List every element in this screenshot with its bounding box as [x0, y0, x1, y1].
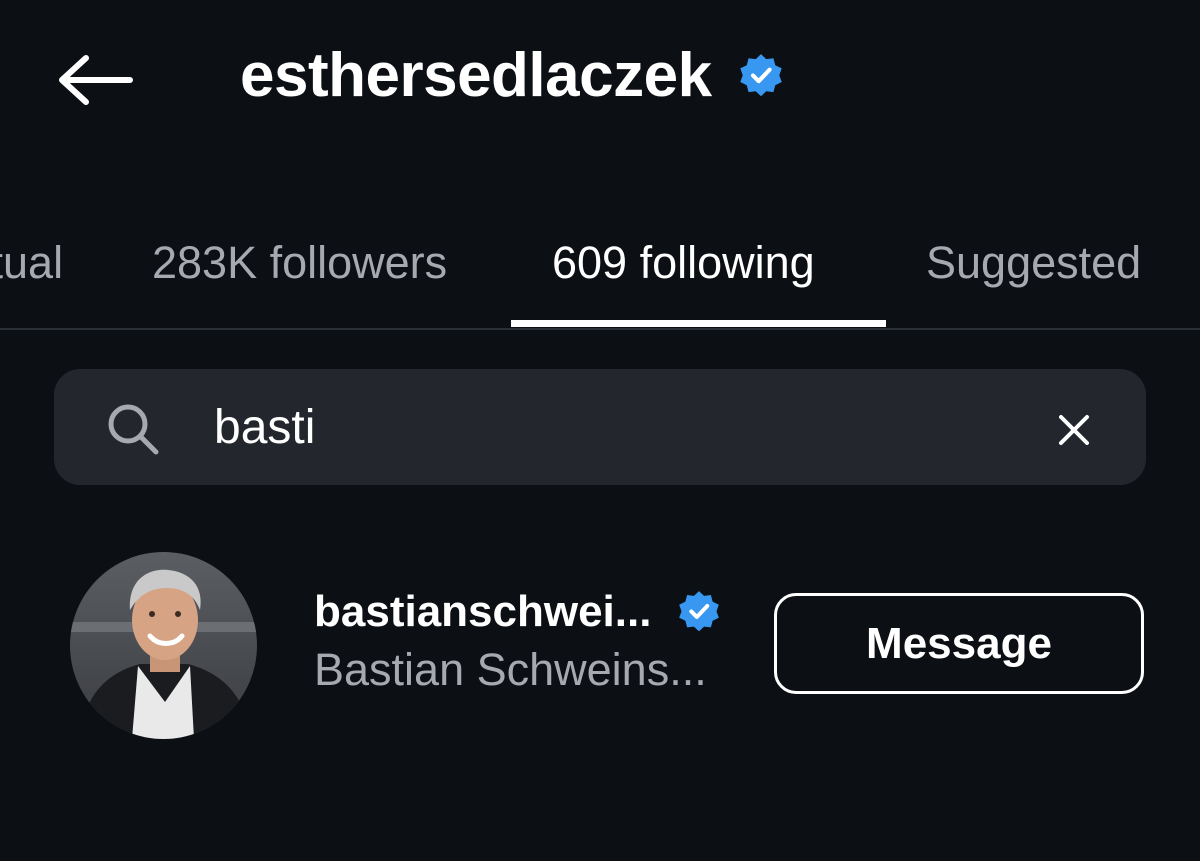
tab-suggested[interactable]: Suggested — [926, 228, 1141, 298]
tab-mutual-label: Mutual — [0, 237, 64, 288]
back-button[interactable] — [50, 40, 138, 120]
verified-badge-icon — [739, 54, 782, 97]
page-title: esthersedlaczek — [240, 41, 712, 110]
avatar-photo — [70, 552, 257, 739]
tab-suggested-label: Suggested — [926, 237, 1142, 288]
tab-following[interactable]: 609 following — [552, 228, 815, 298]
tab-bar: Mutual 283K followers 609 following Sugg… — [0, 210, 1200, 330]
active-tab-indicator — [511, 320, 886, 327]
tabs-divider — [0, 328, 1200, 330]
search-icon — [108, 404, 159, 455]
tab-following-label: 609 following — [552, 237, 815, 288]
verified-badge-icon — [679, 591, 720, 632]
header-title-group: esthersedlaczek — [240, 36, 784, 116]
clear-search-button[interactable] — [1046, 402, 1102, 458]
arrow-left-icon — [59, 55, 133, 105]
full-name: Bastian Schweins... — [314, 644, 707, 695]
username-row: bastianschwei... — [314, 582, 721, 642]
message-button[interactable]: Message — [774, 593, 1144, 694]
avatar[interactable] — [70, 552, 257, 739]
following-list-item[interactable]: bastianschwei... Bastian Schweins... Mes… — [0, 540, 1200, 760]
tab-followers[interactable]: 283K followers — [152, 228, 447, 298]
tab-mutual[interactable]: Mutual — [0, 228, 63, 298]
search-input[interactable] — [214, 392, 974, 462]
tab-followers-label: 283K followers — [152, 237, 448, 288]
username[interactable]: bastianschwei... — [314, 587, 651, 637]
following-list-screen: esthersedlaczek Mutual 283K followers 60… — [0, 0, 1200, 861]
message-button-label: Message — [866, 618, 1052, 668]
close-icon — [1059, 415, 1089, 445]
